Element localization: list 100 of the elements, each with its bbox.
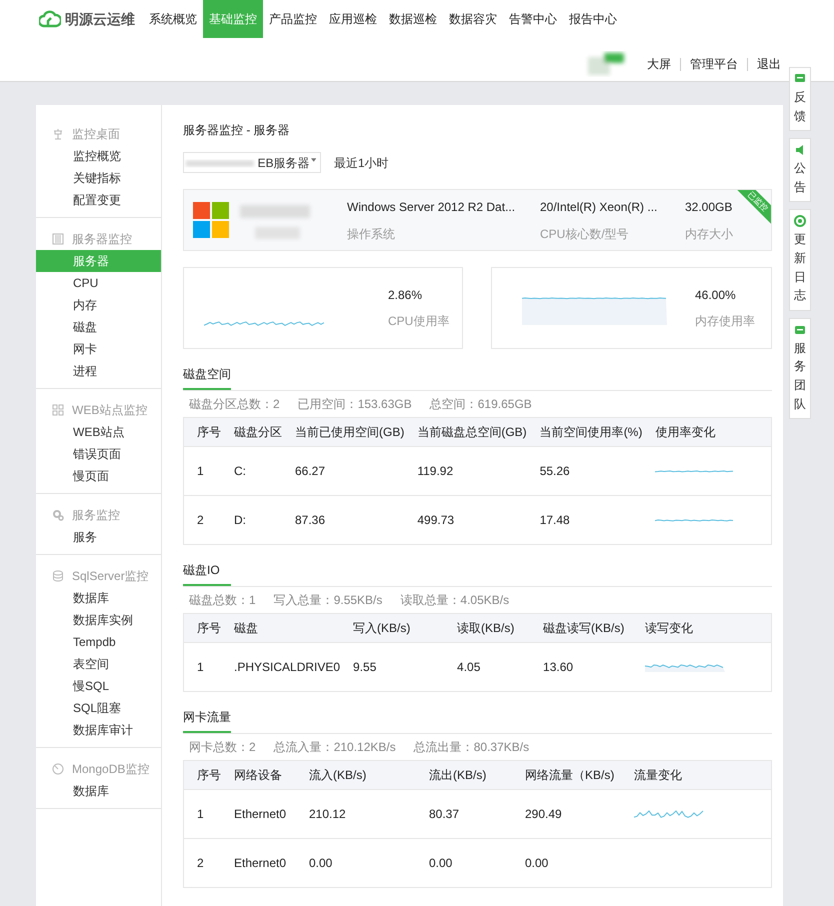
table-cell: 87.36 <box>282 496 404 544</box>
column-header: 磁盘分区 <box>221 418 282 446</box>
table-cell: 0.00 <box>296 838 416 888</box>
nav-tab[interactable]: 报告中心 <box>563 0 623 38</box>
section-title: 网卡流量 <box>183 708 231 733</box>
field-label: 操作系统 <box>347 226 396 242</box>
sidebar-item[interactable]: 数据库 <box>36 780 161 802</box>
summary-text: 总空间：619.65GB <box>430 396 532 413</box>
sidebar-item[interactable]: 慢SQL <box>36 675 161 697</box>
table-cell: 210.12 <box>296 790 416 838</box>
gauge-icon <box>52 763 64 775</box>
sidebar-item[interactable]: CPU <box>36 272 161 294</box>
database-icon <box>52 570 64 582</box>
nav-tab[interactable]: 产品监控 <box>263 0 323 38</box>
gauge-label: CPU使用率 <box>388 313 450 330</box>
header-link[interactable]: 管理平台 <box>680 58 747 70</box>
column-header: 使用率变化 <box>642 418 772 446</box>
sidebar-item[interactable]: 表空间 <box>36 653 161 675</box>
sidebar-item[interactable]: Tempdb <box>36 631 161 653</box>
sidebar-item[interactable]: 监控概览 <box>36 145 161 167</box>
side-tab[interactable]: 反馈 <box>789 67 811 132</box>
breadcrumb: 服务器监控 - 服务器 <box>183 122 291 139</box>
nav-tab[interactable]: 数据容灾 <box>443 0 503 38</box>
sidebar-item[interactable]: 慢页面 <box>36 465 161 487</box>
sidebar-item[interactable]: 进程 <box>36 360 161 382</box>
side-tab[interactable]: 更新日志 <box>789 209 811 311</box>
sidebar-group-title: 服务监控 <box>72 507 120 524</box>
sidebar-group-title: SqlServer监控 <box>72 568 149 585</box>
column-header: 当前磁盘总空间(GB) <box>404 418 527 446</box>
sidebar-group-title: MongoDB监控 <box>72 761 150 778</box>
header-link[interactable]: 大屏 <box>638 58 680 70</box>
summary-text: 总流出量：80.37KB/s <box>414 739 530 756</box>
circle-icon <box>794 215 806 228</box>
server-select[interactable]: EB服务器 <box>183 152 321 173</box>
logo-text: 明源云运维 <box>65 10 135 28</box>
sidebar-item[interactable]: 错误页面 <box>36 443 161 465</box>
table-cell: 1 <box>184 790 221 838</box>
column-header: 序号 <box>184 418 221 446</box>
field-label: CPU核心数/型号 <box>540 226 630 242</box>
summary-text: 磁盘总数：1 <box>189 592 256 609</box>
table-cell: 55.26 <box>526 446 642 496</box>
column-header: 读写变化 <box>632 614 772 642</box>
section-title: 磁盘IO <box>183 561 231 586</box>
summary-text: 磁盘分区总数：2 <box>189 396 280 413</box>
sidebar-item[interactable]: WEB站点 <box>36 421 161 443</box>
table-cell: 66.27 <box>282 446 404 496</box>
table-cell: 80.37 <box>416 790 512 838</box>
nav-tab[interactable]: 应用巡检 <box>323 0 383 38</box>
sidebar-item[interactable]: 内存 <box>36 294 161 316</box>
column-header: 写入(KB/s) <box>340 614 444 642</box>
table-cell: 2 <box>184 838 221 888</box>
table-cell: 4.05 <box>444 642 530 692</box>
table-cell: 1 <box>184 446 221 496</box>
side-tab[interactable]: 公告 <box>789 138 811 202</box>
table-cell: 0.00 <box>512 838 621 888</box>
sidebar-item[interactable]: 服务 <box>36 526 161 548</box>
nav-tab[interactable]: 数据巡检 <box>383 0 443 38</box>
side-tab[interactable]: 服务团队 <box>789 318 811 420</box>
table-cell: 2 <box>184 496 221 544</box>
speaker-icon <box>794 144 806 156</box>
column-header: 流出(KB/s) <box>416 760 512 790</box>
sidebar-item[interactable]: 配置变更 <box>36 189 161 211</box>
sidebar-item[interactable]: 数据库 <box>36 587 161 609</box>
gauge-value: 2.86% <box>388 287 424 304</box>
sidebar-item[interactable]: SQL阻塞 <box>36 697 161 719</box>
sidebar-group-title: 监控桌面 <box>72 126 120 143</box>
nav-tab[interactable]: 告警中心 <box>503 0 563 38</box>
column-header: 流入(KB/s) <box>296 760 416 790</box>
cloud-logo-icon <box>39 9 61 29</box>
nav-tab[interactable]: 系统概览 <box>143 0 203 38</box>
summary-text: 总流入量：210.12KB/s <box>274 739 396 756</box>
section-title: 磁盘空间 <box>183 365 231 390</box>
sidebar-item[interactable]: 网卡 <box>36 338 161 360</box>
sidebar-item[interactable]: 磁盘 <box>36 316 161 338</box>
table-cell: 119.92 <box>404 446 527 496</box>
column-header: 磁盘读写(KB/s) <box>530 614 632 642</box>
grid-icon <box>52 404 64 416</box>
gear-icon <box>52 509 64 521</box>
column-header: 流量变化 <box>621 760 772 790</box>
gauge-label: 内存使用率 <box>695 313 755 330</box>
table-cell: 1 <box>184 642 221 692</box>
server-icon <box>52 233 64 245</box>
table-cell: 13.60 <box>530 642 632 692</box>
gauge-value: 46.00% <box>695 287 737 304</box>
column-header: 网络流量（KB/s) <box>512 760 621 790</box>
table-cell: Ethernet0 <box>221 790 296 838</box>
summary-text: 已用空间：153.63GB <box>298 396 412 413</box>
chat-icon <box>794 73 806 85</box>
field-value: 20/Intel(R) Xeon(R) ... <box>540 198 658 216</box>
summary-text: 网卡总数：2 <box>189 739 256 756</box>
sidebar-item[interactable]: 关键指标 <box>36 167 161 189</box>
sidebar-item[interactable]: 数据库实例 <box>36 609 161 631</box>
time-range[interactable]: 最近1小时 <box>334 154 389 172</box>
table-cell: 9.55 <box>340 642 444 692</box>
sidebar-item[interactable]: 数据库审计 <box>36 719 161 741</box>
summary-text: 读取总量：4.05KB/s <box>400 592 510 609</box>
caret-icon <box>310 158 316 162</box>
column-header: 当前空间使用率(%) <box>526 418 642 446</box>
message-icon <box>794 324 806 336</box>
table-cell: 290.49 <box>512 790 621 838</box>
